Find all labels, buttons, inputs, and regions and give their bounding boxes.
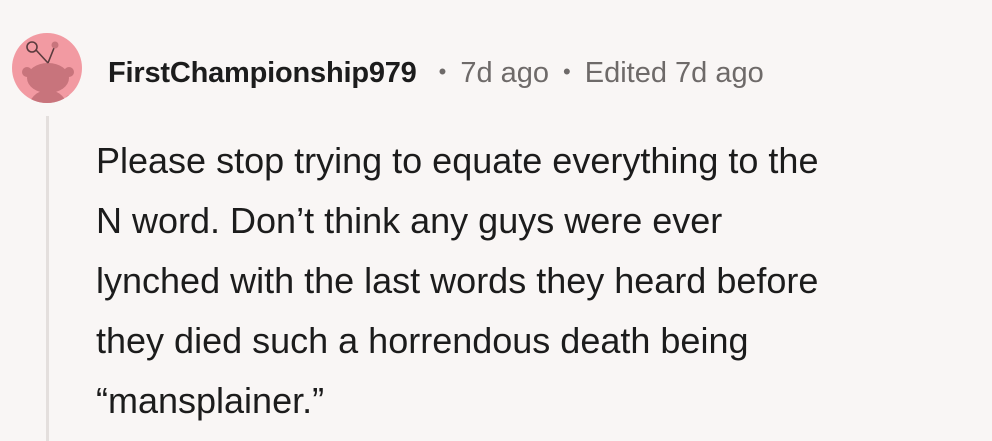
comment: FirstChampionship979 • 7d ago • Edited 7… — [0, 0, 992, 441]
comment-header: FirstChampionship979 • 7d ago • Edited 7… — [108, 51, 764, 95]
comment-age[interactable]: 7d ago — [460, 57, 549, 90]
user-avatar[interactable] — [12, 20, 82, 116]
username-link[interactable]: FirstChampionship979 — [108, 57, 417, 90]
thread-line[interactable] — [46, 116, 49, 441]
comment-body: Please stop trying to equate everything … — [96, 140, 819, 421]
meta-separator: • — [438, 59, 447, 84]
snoo-avatar-icon — [12, 33, 82, 103]
edited-label: Edited 7d ago — [584, 56, 764, 89]
meta-separator-2: • — [563, 59, 571, 84]
